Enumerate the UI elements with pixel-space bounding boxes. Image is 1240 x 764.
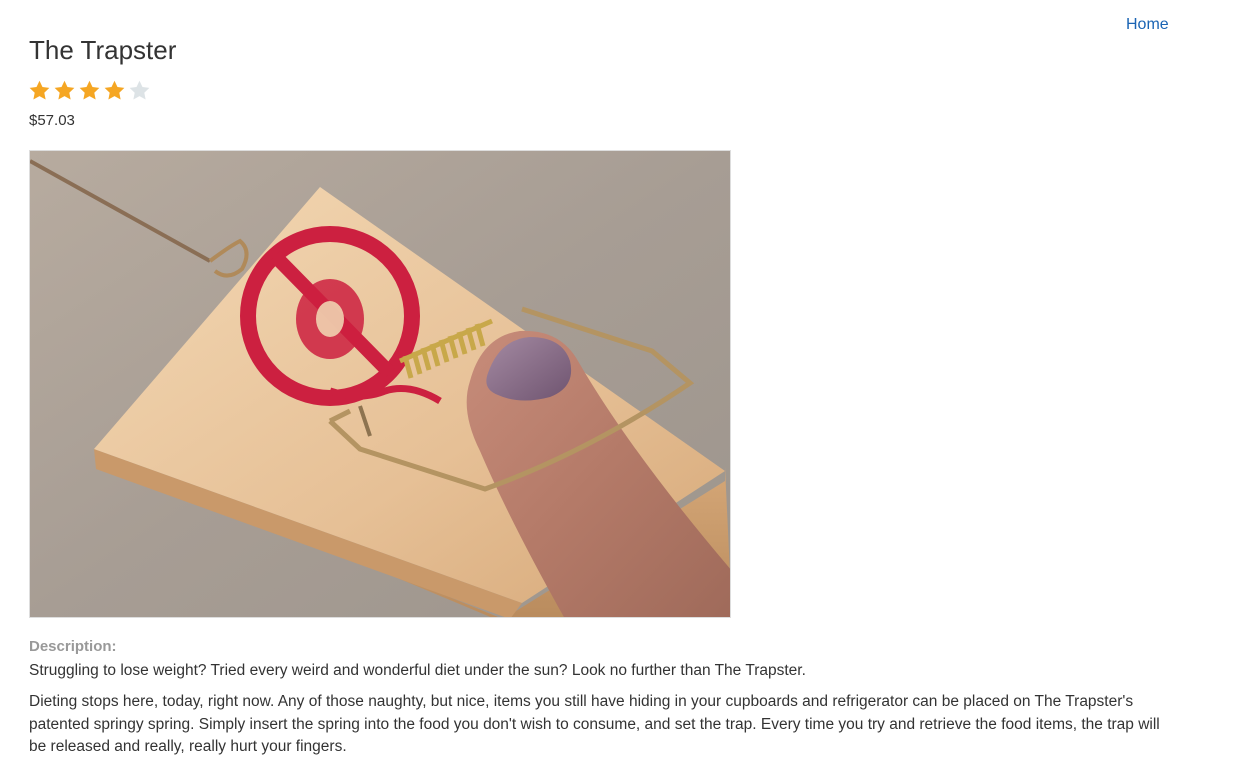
description-paragraph: Struggling to lose weight? Tried every w…: [29, 662, 806, 679]
star-filled-icon: [79, 80, 100, 100]
mousetrap-photo-icon: [30, 151, 730, 617]
description-label: Description:: [29, 638, 117, 655]
home-link[interactable]: Home: [1126, 15, 1169, 35]
product-title: The Trapster: [29, 35, 177, 65]
product-price: $57.03: [29, 112, 75, 129]
star-filled-icon: [104, 80, 125, 100]
product-image: [29, 150, 731, 618]
product-page: Home The Trapster $57.03 Description: St…: [0, 0, 1240, 764]
star-filled-icon: [54, 80, 75, 100]
description-paragraph: Dieting stops here, today, right now. An…: [29, 693, 1160, 755]
star-rating: [28, 79, 151, 102]
star-filled-icon: [29, 80, 50, 100]
star-empty-icon: [129, 80, 150, 100]
